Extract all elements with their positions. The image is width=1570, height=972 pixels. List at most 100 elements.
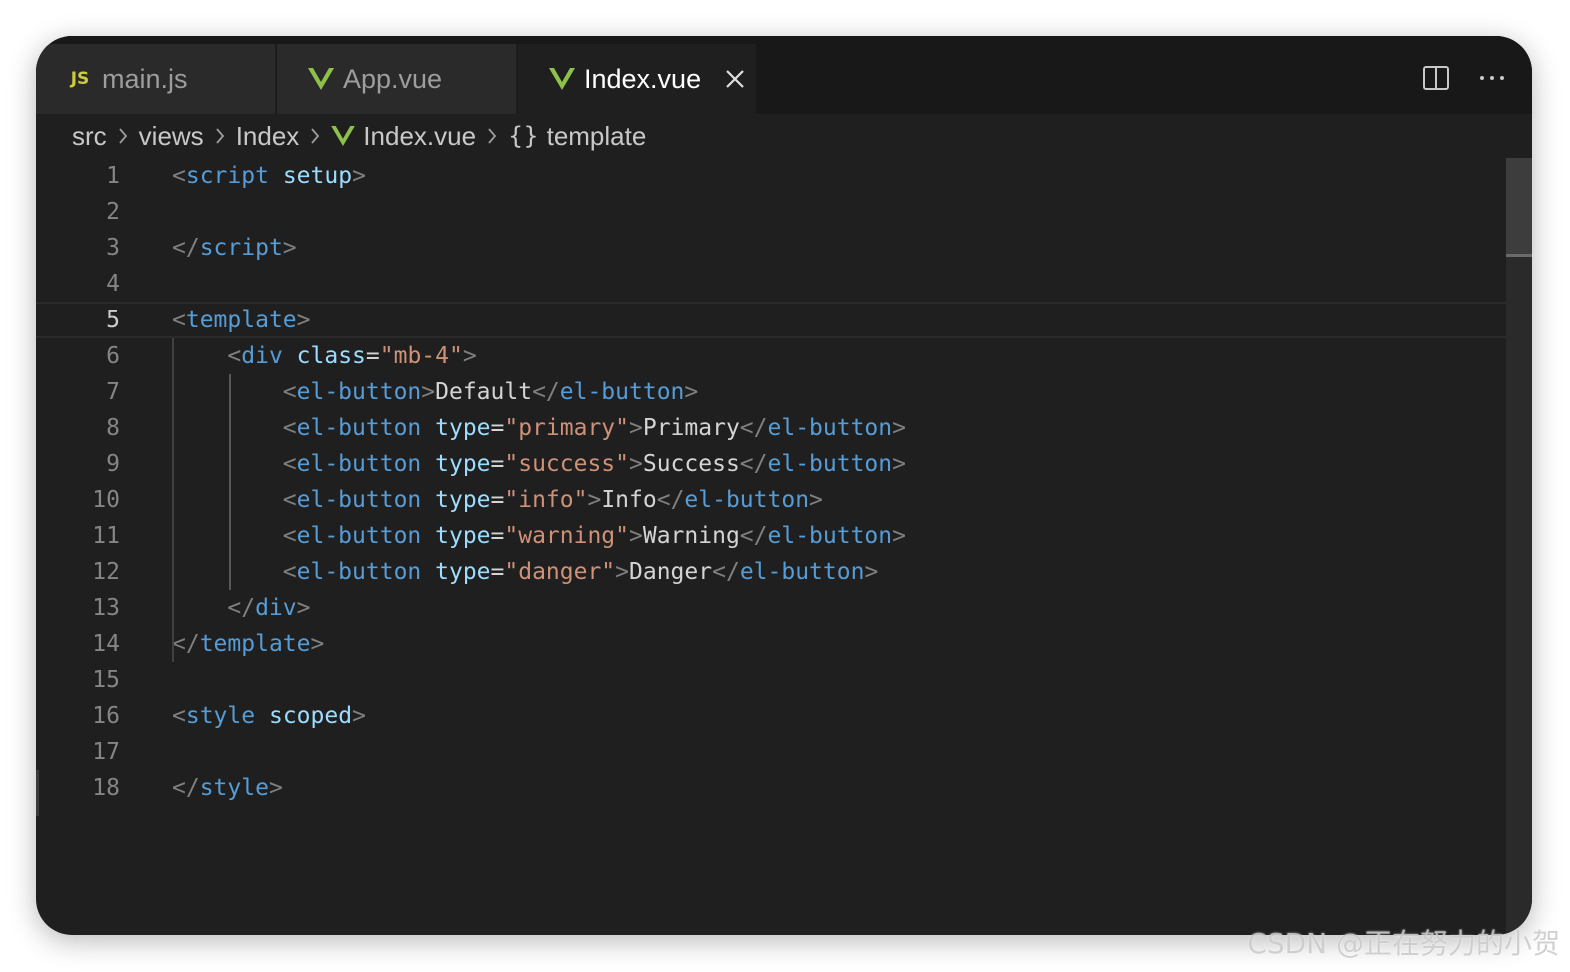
breadcrumb-item-src[interactable]: src: [72, 121, 107, 152]
breadcrumb-item-index[interactable]: Index: [236, 121, 300, 152]
code-token: =: [365, 343, 380, 369]
code-token: type: [435, 523, 491, 549]
code-token: <: [172, 163, 186, 189]
code-token: >: [462, 343, 477, 369]
line-number: 13: [92, 595, 120, 621]
code-token: <: [282, 415, 297, 441]
code-token: >: [296, 307, 311, 333]
code-token: "mb-4": [379, 343, 463, 369]
code-token: </: [656, 487, 685, 513]
code-line[interactable]: 12 <el-button type="danger">Danger</el-b…: [36, 554, 1506, 590]
watermark: CSDN @正在努力的小贺: [1247, 927, 1560, 960]
line-number: 10: [92, 487, 120, 513]
code-line[interactable]: 9 <el-button type="success">Success</el-…: [36, 446, 1506, 482]
code-token: type: [435, 559, 491, 585]
scrollbar-position-marker: [1506, 254, 1532, 257]
code-line[interactable]: 11 <el-button type="warning">Warning</el…: [36, 518, 1506, 554]
code-token: "success": [504, 451, 629, 477]
code-text: <el-button type="primary">Primary</el-bu…: [172, 415, 906, 441]
code-line[interactable]: 14 </template>: [36, 626, 1506, 662]
code-token: >: [629, 451, 643, 477]
tab-main-js[interactable]: JS main.js: [36, 44, 276, 114]
code-line[interactable]: 4: [36, 266, 1506, 302]
code-text: <el-button type="warning">Warning</el-bu…: [172, 523, 906, 549]
tab-index-vue[interactable]: Index.vue: [518, 44, 756, 114]
split-editor-icon: [1423, 66, 1449, 90]
vertical-scrollbar[interactable]: [1506, 158, 1532, 935]
code-token: >: [629, 415, 643, 441]
code-line[interactable]: 1 <script setup>: [36, 158, 1506, 194]
code-token: >: [864, 559, 879, 585]
code-text: <script setup>: [172, 163, 366, 189]
indent-guide: [172, 338, 174, 662]
code-token: >: [629, 523, 643, 549]
code-token: >: [892, 523, 906, 549]
code-line[interactable]: 6 <div class="mb-4">: [36, 338, 1506, 374]
code-text: </template>: [172, 631, 324, 657]
code-text: <el-button type="success">Success</el-bu…: [172, 451, 906, 477]
code-token: "primary": [504, 415, 629, 441]
code-token: >: [310, 631, 325, 657]
code-token: >: [421, 379, 436, 405]
code-token: =: [490, 523, 505, 549]
breadcrumb-item-views[interactable]: views: [139, 121, 204, 152]
code-token: type: [435, 451, 491, 477]
code-line[interactable]: 15: [36, 662, 1506, 698]
code-text: <template>: [172, 307, 311, 333]
line-number: 9: [106, 451, 120, 477]
code-token: "danger": [504, 559, 616, 585]
braces-icon: {}: [508, 122, 539, 150]
tab-bar: JS main.js App.vue Index.vue: [36, 36, 1532, 114]
code-line[interactable]: 17: [36, 734, 1506, 770]
code-text: <el-button>Default</el-button>: [172, 379, 698, 405]
code-line[interactable]: 7 <el-button>Default</el-button>: [36, 374, 1506, 410]
line-number: 1: [106, 163, 120, 189]
code-token: template: [199, 631, 311, 657]
chevron-right-icon: [307, 127, 323, 145]
breadcrumb-item-index-vue[interactable]: Index.vue: [331, 121, 476, 152]
code-token: el-button: [767, 523, 893, 549]
close-tab-button[interactable]: [721, 65, 749, 93]
code-token: =: [490, 559, 505, 585]
split-editor-button[interactable]: [1420, 62, 1452, 94]
code-token: <: [172, 307, 186, 333]
code-line[interactable]: 13 </div>: [36, 590, 1506, 626]
line-number: 11: [92, 523, 120, 549]
chevron-right-icon: [115, 127, 131, 145]
code-token: <: [282, 523, 297, 549]
tab-app-vue[interactable]: App.vue: [277, 44, 517, 114]
code-text: <div class="mb-4">: [172, 343, 477, 369]
code-token: el-button: [296, 451, 422, 477]
code-token: el-button: [296, 379, 422, 405]
code-text: <el-button type="danger">Danger</el-butt…: [172, 559, 879, 585]
code-token: </: [172, 235, 200, 261]
tab-label: Index.vue: [584, 63, 702, 94]
line-number: 6: [106, 343, 120, 369]
line-number: 18: [92, 775, 120, 801]
code-token: scoped: [268, 703, 353, 729]
more-actions-button[interactable]: [1476, 62, 1508, 94]
breadcrumb: src views Index Index.vue {} template: [72, 114, 646, 158]
line-number: 12: [92, 559, 120, 585]
code-line[interactable]: 2: [36, 194, 1506, 230]
code-line[interactable]: 16 <style scoped>: [36, 698, 1506, 734]
code-line[interactable]: 10 <el-button type="info">Info</el-butto…: [36, 482, 1506, 518]
code-line[interactable]: 5 <template>: [36, 302, 1506, 338]
code-line[interactable]: 3 </script>: [36, 230, 1506, 266]
code-token: el-button: [296, 559, 422, 585]
code-editor[interactable]: 18 </style> 17 16 <style scoped> 15 14 </templa…: [36, 158, 1532, 935]
code-token: type: [435, 487, 491, 513]
code-token: </: [712, 559, 740, 585]
code-line[interactable]: 18 </style>: [36, 770, 1506, 806]
breadcrumb-item-template[interactable]: {} template: [508, 121, 646, 152]
scrollbar-thumb[interactable]: [1506, 158, 1532, 256]
chevron-right-icon: [484, 127, 500, 145]
gutter-marker: [36, 770, 39, 816]
code-token: el-button: [559, 379, 685, 405]
code-line[interactable]: 8 <el-button type="primary">Primary</el-…: [36, 410, 1506, 446]
